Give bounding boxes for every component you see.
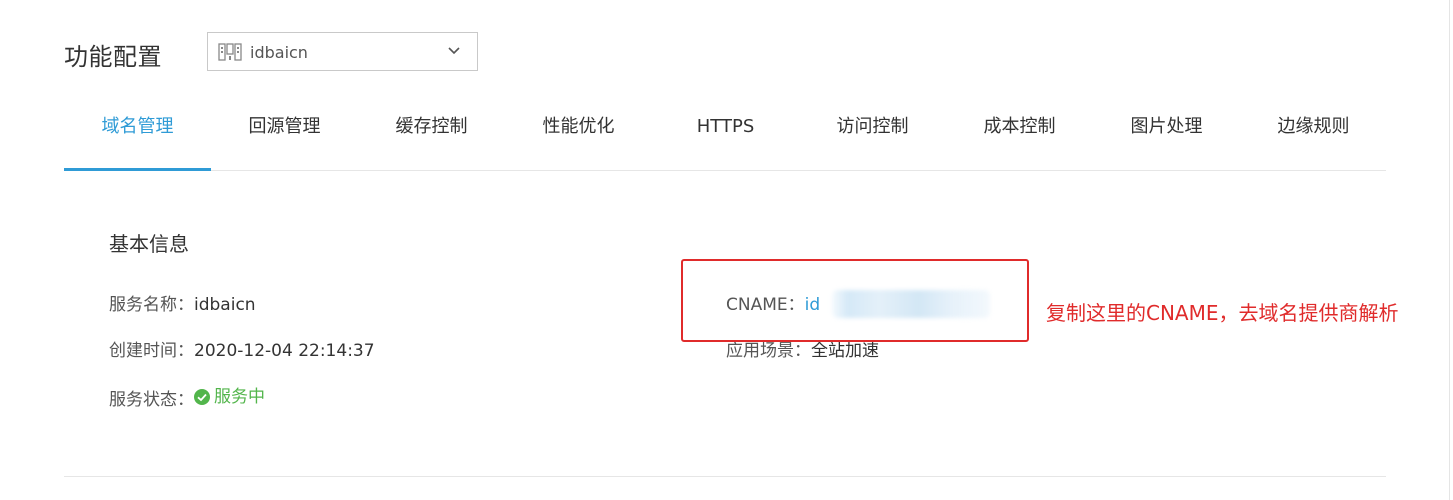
page-edge-divider [1449, 0, 1450, 500]
annotation-text: 复制这里的CNAME，去域名提供商解析 [1046, 301, 1399, 325]
tab-domain-management[interactable]: 域名管理 [64, 100, 211, 171]
tab-https[interactable]: HTTPS [652, 100, 799, 170]
annotation-highlight-box [681, 259, 1029, 342]
created-time-label: 创建时间： [109, 341, 194, 361]
chevron-down-icon[interactable] [446, 43, 462, 59]
status-badge: 服务中 [194, 386, 265, 408]
tab-cache-control[interactable]: 缓存控制 [358, 100, 505, 170]
feature-tabs: 域名管理 回源管理 缓存控制 性能优化 HTTPS 访问控制 成本控制 图片处理… [64, 100, 1386, 171]
domain-select[interactable]: idbaicn [207, 32, 478, 71]
created-time-value: 2020-12-04 22:14:37 [194, 341, 375, 361]
tab-image-processing[interactable]: 图片处理 [1093, 100, 1240, 170]
page-title: 功能配置 [64, 43, 162, 71]
service-name-value: idbaicn [194, 295, 256, 315]
domain-grid-icon [218, 43, 242, 61]
domain-select-value: idbaicn [250, 43, 308, 62]
scene-label: 应用场景： [726, 341, 811, 361]
tab-origin-management[interactable]: 回源管理 [211, 100, 358, 170]
tab-cost-control[interactable]: 成本控制 [946, 100, 1093, 170]
created-time-row: 创建时间：2020-12-04 22:14:37 [109, 340, 375, 362]
tab-performance[interactable]: 性能优化 [505, 100, 652, 170]
tab-edge-rules[interactable]: 边缘规则 [1240, 100, 1387, 170]
scene-row: 应用场景：全站加速 [726, 340, 879, 362]
section-divider [64, 476, 1386, 477]
service-name-row: 服务名称：idbaicn [109, 294, 256, 316]
service-status-label: 服务状态： [109, 390, 194, 410]
tab-access-control[interactable]: 访问控制 [799, 100, 946, 170]
section-title-basic-info: 基本信息 [109, 232, 189, 256]
status-value: 服务中 [214, 387, 265, 407]
check-circle-icon [194, 389, 210, 405]
service-name-label: 服务名称： [109, 295, 194, 315]
service-status-row: 服务状态： 服务中 [109, 386, 265, 411]
scene-value: 全站加速 [811, 341, 879, 361]
